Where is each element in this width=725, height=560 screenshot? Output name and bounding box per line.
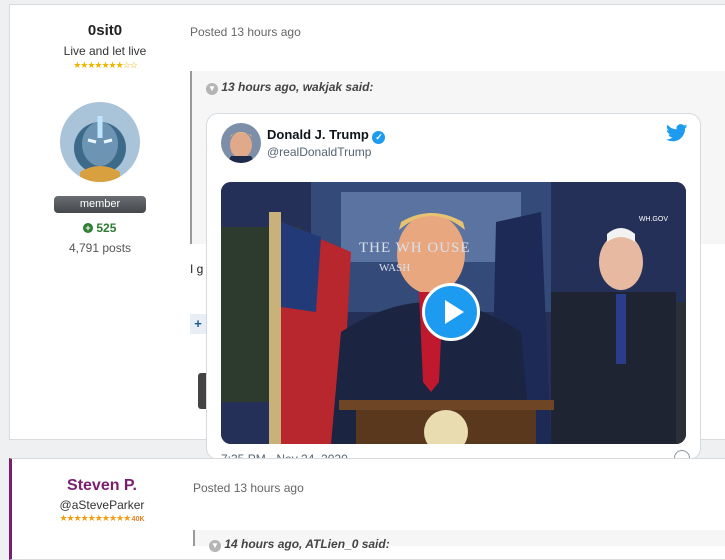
author-name[interactable]: 0sit0 — [25, 22, 185, 39]
tweet-author[interactable]: Donald J. Trump ✓ — [267, 127, 386, 144]
quote-header-text[interactable]: 13 hours ago, wakjak said: — [221, 80, 373, 94]
chevron-down-icon[interactable]: ▼ — [206, 83, 218, 95]
author-name[interactable]: Steven P. — [22, 477, 182, 495]
chevron-down-icon[interactable]: ▼ — [209, 540, 221, 552]
tweet-video[interactable]: THE WH OUSE WASH WH.GOV — [221, 182, 686, 444]
quote-header-text[interactable]: 14 hours ago, ATLien_0 said: — [224, 537, 389, 551]
verified-icon: ✓ — [372, 131, 386, 144]
author-block: Steven P. @aSteveParker ★★★★★★★★★★ 40K — [22, 477, 182, 524]
rank-stars: ★★★★★★★★★★ 40K — [22, 513, 182, 524]
plus-button[interactable]: + — [190, 314, 206, 334]
author-title: Live and let live — [63, 44, 147, 58]
plus-icon: + — [83, 223, 93, 233]
play-button[interactable] — [422, 283, 480, 341]
rank-stars: ★★★★★★★☆☆ — [73, 60, 138, 70]
member-badge: member — [54, 196, 146, 213]
quote-header: ▼ 14 hours ago, ATLien_0 said: — [209, 537, 390, 552]
tweet-author-name[interactable]: Donald J. Trump — [267, 127, 369, 142]
tweet-handle[interactable]: @realDonaldTrump — [267, 145, 371, 159]
tweet-avatar[interactable] — [221, 123, 261, 163]
avatar[interactable] — [60, 102, 140, 182]
quote-header: ▼ 13 hours ago, wakjak said: — [206, 80, 373, 95]
reputation-value: 525 — [96, 221, 117, 235]
rank-stars-text: ★★★★★★★★★★ — [59, 513, 131, 523]
posted-time[interactable]: Posted 13 hours ago — [193, 481, 304, 495]
embedded-tweet[interactable]: Donald J. Trump ✓ @realDonaldTrump THE W… — [206, 113, 701, 460]
twitter-bird-icon[interactable] — [666, 124, 688, 147]
reputation: + 525 — [83, 221, 116, 235]
author-block: 0sit0 Live and let live ★★★★★★★☆☆ — [25, 22, 185, 71]
author-handle: @aSteveParker — [59, 498, 145, 512]
video-watermark: WH.GOV — [638, 216, 668, 223]
post-body-text: I g — [190, 262, 204, 276]
reputation-badge: 40K — [131, 516, 145, 523]
video-sign-text2: WASH — [379, 262, 411, 274]
video-sign-text: THE WH OUSE — [359, 240, 471, 256]
posted-time[interactable]: Posted 13 hours ago — [190, 25, 301, 39]
play-icon — [445, 300, 464, 324]
post-count: 4,791 posts — [69, 241, 132, 255]
